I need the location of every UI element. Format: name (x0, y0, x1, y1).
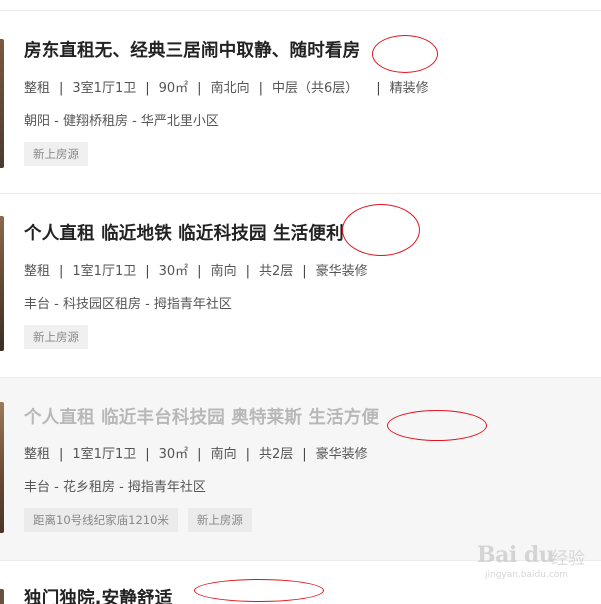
baidu-jingyan-watermark: Bai du 经验 jingyan.baidu.com (477, 540, 595, 586)
listing-card[interactable]: 个人直租 临近丰台科技园 奥特莱斯 生活方便 整租 | 1室1厅1卫 | 30㎡ | 南向 |… (0, 377, 601, 560)
listing-thumbnail[interactable] (0, 39, 4, 168)
listing-location[interactable]: 丰台 - 花乡租房 - 拇指青年社区 (24, 476, 206, 495)
listing-thumbnail[interactable] (0, 216, 4, 351)
attr-floor: 中层（共6层） (271, 81, 359, 96)
listing-title[interactable]: 个人直租 临近地铁 临近科技园 生活便利 (24, 220, 344, 245)
baidu-logo-icon: Bai du (477, 542, 555, 568)
listing-card[interactable]: 个人直租 临近地铁 临近科技园 生活便利 整租 | 1室1厅1卫 | 30㎡ | 南向 | 共2… (0, 193, 601, 377)
listing-title[interactable]: 房东直租无、经典三居闹中取静、随时看房 (24, 37, 360, 62)
watermark-text: 经验 (551, 549, 585, 569)
attr-layout: 1室1厅1卫 (72, 264, 137, 279)
attr-rent-type: 整租 (24, 264, 51, 279)
attr-area: 30㎡ (158, 447, 189, 462)
listing-location[interactable]: 朝阳 - 健翔桥租房 - 华严北里小区 (24, 110, 219, 129)
attr-orientation: 南向 (210, 264, 237, 279)
attr-layout: 3室1厅1卫 (72, 81, 137, 96)
annotation-ellipse (342, 204, 420, 256)
attr-decoration: 精装修 (389, 81, 429, 96)
annotation-ellipse (194, 579, 324, 602)
listing-tags: 新上房源 (24, 325, 88, 349)
attr-decoration: 豪华装修 (315, 447, 368, 462)
attr-rent-type: 整租 (24, 81, 51, 96)
listing-title[interactable]: 独门独院,安静舒适 (24, 585, 172, 604)
annotation-ellipse (372, 35, 438, 73)
listing-location[interactable]: 丰台 - 科技园区租房 - 拇指青年社区 (24, 293, 232, 312)
attr-area: 90㎡ (158, 81, 189, 96)
listing-thumbnail[interactable] (0, 589, 4, 604)
tag-new-listing: 新上房源 (24, 325, 88, 349)
listing-title[interactable]: 个人直租 临近丰台科技园 奥特莱斯 生活方便 (24, 404, 379, 429)
attr-layout: 1室1厅1卫 (72, 447, 137, 462)
attr-floor: 共2层 (258, 447, 294, 462)
listing-thumbnail[interactable] (0, 402, 4, 533)
annotation-ellipse (387, 410, 487, 441)
attr-decoration: 豪华装修 (315, 264, 368, 279)
listing-tags: 距离10号线纪家庙1210米 新上房源 (24, 508, 252, 532)
rental-listing-page: 房东直租无、经典三居闹中取静、随时看房 整租 | 3室1厅1卫 | 90㎡ | 南北向 | 中层… (0, 0, 601, 604)
tag-subway-distance: 距离10号线纪家庙1210米 (24, 508, 178, 532)
listing-tags: 新上房源 (24, 142, 88, 166)
watermark-url: jingyan.baidu.com (485, 570, 569, 580)
attr-floor: 共2层 (258, 264, 294, 279)
listing-card[interactable]: 房东直租无、经典三居闹中取静、随时看房 整租 | 3室1厅1卫 | 90㎡ | 南北向 | 中层… (0, 10, 601, 193)
listing-attributes: 整租 | 1室1厅1卫 | 30㎡ | 南向 | 共2层 | 豪华装修 (24, 264, 368, 279)
listing-attributes: 整租 | 1室1厅1卫 | 30㎡ | 南向 | 共2层 | 豪华装修 (24, 447, 368, 462)
tag-new-listing: 新上房源 (24, 142, 88, 166)
listing-attributes: 整租 | 3室1厅1卫 | 90㎡ | 南北向 | 中层（共6层） | 精装修 (24, 81, 429, 96)
attr-area: 30㎡ (158, 264, 189, 279)
tag-new-listing: 新上房源 (187, 508, 252, 532)
attr-rent-type: 整租 (24, 447, 51, 462)
attr-orientation: 南向 (210, 447, 237, 462)
attr-orientation: 南北向 (210, 81, 250, 96)
